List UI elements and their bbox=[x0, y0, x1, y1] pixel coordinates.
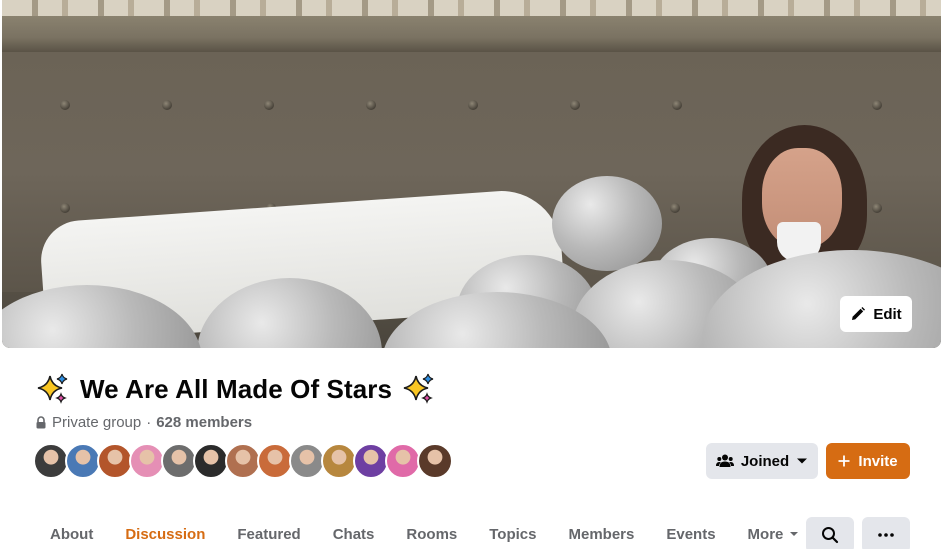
tab-rooms[interactable]: Rooms bbox=[390, 517, 473, 549]
tab-featured[interactable]: Featured bbox=[221, 517, 316, 549]
member-avatar-stack[interactable] bbox=[33, 443, 453, 479]
headboard-tuft bbox=[60, 100, 70, 110]
plus-icon bbox=[838, 455, 850, 467]
people-icon bbox=[715, 454, 734, 467]
joined-button[interactable]: Joined bbox=[706, 443, 818, 479]
invite-button[interactable]: Invite bbox=[826, 443, 910, 479]
member-avatar[interactable] bbox=[129, 443, 165, 479]
member-avatar[interactable] bbox=[417, 443, 453, 479]
headboard-tuft bbox=[670, 203, 680, 213]
member-avatar[interactable] bbox=[321, 443, 357, 479]
group-member-count[interactable]: 628 members bbox=[156, 414, 252, 431]
tab-label: Rooms bbox=[406, 526, 458, 543]
tab-label: Chats bbox=[332, 526, 375, 543]
joined-label: Joined bbox=[740, 452, 790, 470]
group-tab-bar: About Discussion Featured Chats Rooms To… bbox=[34, 517, 815, 549]
tab-label: More bbox=[747, 526, 784, 543]
member-avatar[interactable] bbox=[33, 443, 69, 479]
caret-down-icon bbox=[797, 458, 808, 464]
cover-headboard-frame bbox=[2, 16, 941, 52]
group-privacy: Private group bbox=[52, 414, 142, 431]
caret-down-icon bbox=[790, 532, 799, 536]
headboard-tuft bbox=[60, 203, 70, 213]
headboard-tuft bbox=[872, 100, 882, 110]
cover-balloon bbox=[552, 176, 662, 271]
tab-label: Discussion bbox=[125, 526, 206, 543]
tab-events[interactable]: Events bbox=[650, 517, 731, 549]
ellipsis-icon bbox=[878, 533, 894, 537]
member-avatar[interactable] bbox=[161, 443, 197, 479]
tab-label: About bbox=[50, 526, 94, 543]
headboard-tuft bbox=[570, 100, 580, 110]
search-group-button[interactable] bbox=[806, 517, 854, 549]
headboard-tuft bbox=[162, 100, 172, 110]
edit-cover-label: Edit bbox=[873, 305, 902, 323]
tab-label: Featured bbox=[237, 526, 301, 543]
tab-more[interactable]: More bbox=[732, 517, 816, 549]
member-avatar[interactable] bbox=[289, 443, 325, 479]
member-avatar[interactable] bbox=[97, 443, 133, 479]
pencil-icon bbox=[852, 307, 866, 320]
headboard-tuft bbox=[366, 100, 376, 110]
member-avatar[interactable] bbox=[225, 443, 261, 479]
member-avatar[interactable] bbox=[385, 443, 421, 479]
tab-label: Events bbox=[666, 526, 716, 543]
member-avatar[interactable] bbox=[65, 443, 101, 479]
lock-icon bbox=[36, 416, 46, 429]
member-avatar[interactable] bbox=[257, 443, 293, 479]
group-title[interactable]: We Are All Made Of Stars bbox=[80, 374, 392, 405]
headboard-tuft bbox=[468, 100, 478, 110]
tab-label: Members bbox=[568, 526, 635, 543]
sparkle-emoji-icon bbox=[37, 373, 68, 404]
tab-topics[interactable]: Topics bbox=[473, 517, 552, 549]
cover-photo: Edit bbox=[2, 0, 941, 348]
tab-discussion[interactable]: Discussion bbox=[109, 517, 221, 549]
meta-separator: · bbox=[146, 414, 152, 431]
search-icon bbox=[822, 527, 839, 544]
tab-label: Topics bbox=[489, 526, 537, 543]
member-avatar[interactable] bbox=[353, 443, 389, 479]
headboard-tuft bbox=[672, 100, 682, 110]
member-avatar[interactable] bbox=[193, 443, 229, 479]
tab-chats[interactable]: Chats bbox=[317, 517, 391, 549]
cover-wallpaper bbox=[2, 0, 941, 16]
more-options-button[interactable] bbox=[862, 517, 910, 549]
headboard-tuft bbox=[872, 203, 882, 213]
headboard-tuft bbox=[264, 100, 274, 110]
edit-cover-button[interactable]: Edit bbox=[840, 296, 912, 332]
sparkle-emoji-icon bbox=[403, 373, 434, 404]
tab-members[interactable]: Members bbox=[552, 517, 650, 549]
invite-label: Invite bbox=[858, 452, 898, 470]
group-meta: Private group · 628 members bbox=[35, 414, 252, 431]
group-title-row: We Are All Made Of Stars bbox=[36, 372, 436, 406]
tab-about[interactable]: About bbox=[34, 517, 109, 549]
